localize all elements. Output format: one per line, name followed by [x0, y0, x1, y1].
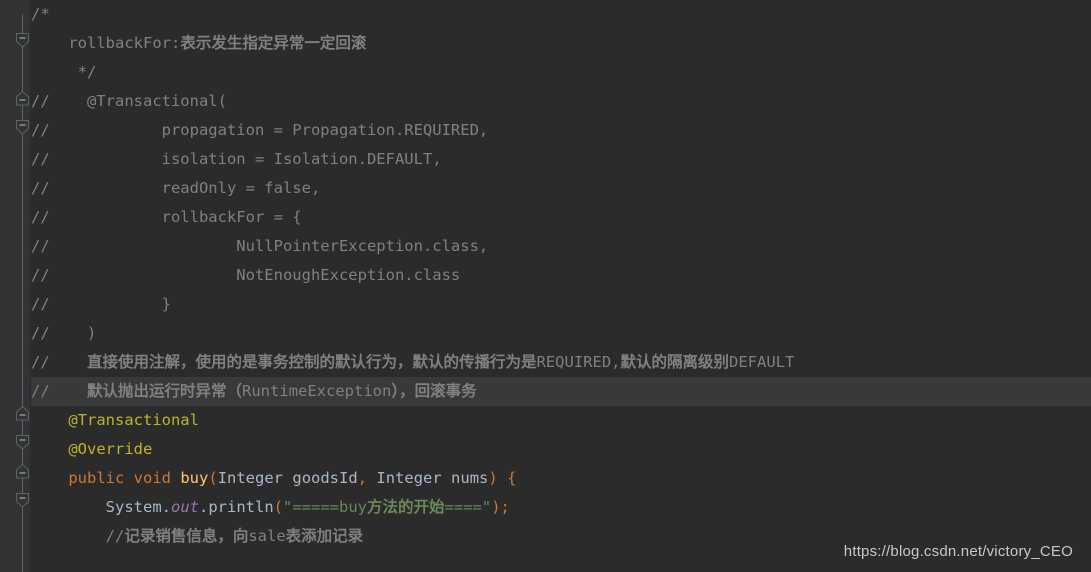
code-line[interactable]: // } [31, 290, 1091, 319]
paren-open: ( [273, 498, 284, 516]
string-literal-buy-start: "=====buy方法的开始====" [283, 498, 492, 516]
commented-isolation: // isolation = Isolation.DEFAULT, [31, 150, 442, 168]
annotation-override[interactable]: @Override [68, 440, 152, 458]
method-name-buy[interactable]: buy [180, 469, 208, 487]
param-type-integer: Integer [217, 469, 284, 487]
code-line[interactable]: public void buy(Integer goodsId, Integer… [31, 464, 1091, 493]
code-line[interactable]: // NullPointerException.class, [31, 232, 1091, 261]
dot: . [161, 498, 171, 516]
param-name-goodsid: goodsId [292, 469, 358, 487]
dot: . [199, 498, 209, 516]
fold-end-icon[interactable] [14, 90, 31, 107]
code-line[interactable]: @Override [31, 435, 1091, 464]
code-line[interactable]: // isolation = Isolation.DEFAULT, [31, 145, 1091, 174]
code-line[interactable]: // @Transactional( [31, 87, 1091, 116]
fold-start-icon[interactable] [14, 492, 31, 509]
commented-nullpointerexception: // NullPointerException.class, [31, 237, 489, 255]
param-name-nums: nums [451, 469, 489, 487]
code-line-current[interactable]: // 默认抛出运行时异常（RuntimeException），回滚事务 [31, 377, 1091, 406]
block-comment-open: /* [31, 5, 50, 23]
fold-connector-line [22, 130, 23, 415]
watermark-url: https://blog.csdn.net/victory_CEO [843, 543, 1073, 560]
annotation-transactional[interactable]: @Transactional [68, 411, 199, 429]
code-editor: /* rollbackFor:表示发生指定异常一定回滚 */ // @Trans… [0, 0, 1091, 572]
comma: , [357, 469, 368, 487]
code-line[interactable]: // readOnly = false, [31, 174, 1091, 203]
fold-end-icon[interactable] [14, 463, 31, 480]
paren-open: ( [208, 469, 218, 487]
fold-start-icon[interactable] [14, 434, 31, 451]
fold-start-icon[interactable] [14, 32, 31, 49]
code-line[interactable]: // NotEnoughException.class [31, 261, 1091, 290]
commented-rollbackfor-close: // } [31, 295, 171, 313]
fold-connector-line [22, 14, 23, 98]
fold-start-icon[interactable] [14, 119, 31, 136]
code-line[interactable]: */ [31, 58, 1091, 87]
block-comment-text: rollbackFor:表示发生指定异常一定回滚 [68, 34, 367, 52]
code-content[interactable]: /* rollbackFor:表示发生指定异常一定回滚 */ // @Trans… [31, 0, 1091, 572]
code-line[interactable]: rollbackFor:表示发生指定异常一定回滚 [31, 29, 1091, 58]
commented-annotation-close: // ) [31, 324, 97, 342]
block-comment-close: */ [31, 63, 97, 81]
param-type-integer: Integer [376, 469, 442, 487]
commented-notenoughexception: // NotEnoughException.class [31, 266, 461, 284]
brace-open: { [507, 469, 517, 487]
fold-end-icon[interactable] [14, 405, 31, 422]
field-out: out [171, 498, 199, 516]
commented-annotation-open: // @Transactional( [31, 92, 227, 110]
keyword-public: public [68, 469, 125, 487]
code-line[interactable]: // propagation = Propagation.REQUIRED, [31, 116, 1091, 145]
class-system: System [105, 498, 162, 516]
comment-runtime-exception: // 默认抛出运行时异常（RuntimeException），回滚事务 [31, 382, 477, 400]
keyword-void: void [133, 469, 171, 487]
comment-sale-record: //记录销售信息，向sale表添加记录 [105, 527, 364, 545]
paren-close: ) [488, 469, 498, 487]
code-line[interactable]: System.out.println("=====buy方法的开始===="); [31, 493, 1091, 522]
code-line[interactable]: // ) [31, 319, 1091, 348]
code-line[interactable]: // 直接使用注解，使用的是事务控制的默认行为，默认的传播行为是REQUIRED… [31, 348, 1091, 377]
commented-readonly: // readOnly = false, [31, 179, 321, 197]
code-line[interactable]: /* [31, 0, 1091, 29]
method-println[interactable]: println [208, 498, 273, 516]
commented-propagation: // propagation = Propagation.REQUIRED, [31, 121, 489, 139]
paren-close: ) [491, 498, 501, 516]
semicolon: ; [500, 498, 510, 516]
editor-gutter[interactable] [0, 0, 31, 572]
comment-default-behavior: // 直接使用注解，使用的是事务控制的默认行为，默认的传播行为是REQUIRED… [31, 353, 795, 371]
code-line[interactable]: // rollbackFor = { [31, 203, 1091, 232]
commented-rollbackfor-open: // rollbackFor = { [31, 208, 302, 226]
code-line[interactable]: @Transactional [31, 406, 1091, 435]
